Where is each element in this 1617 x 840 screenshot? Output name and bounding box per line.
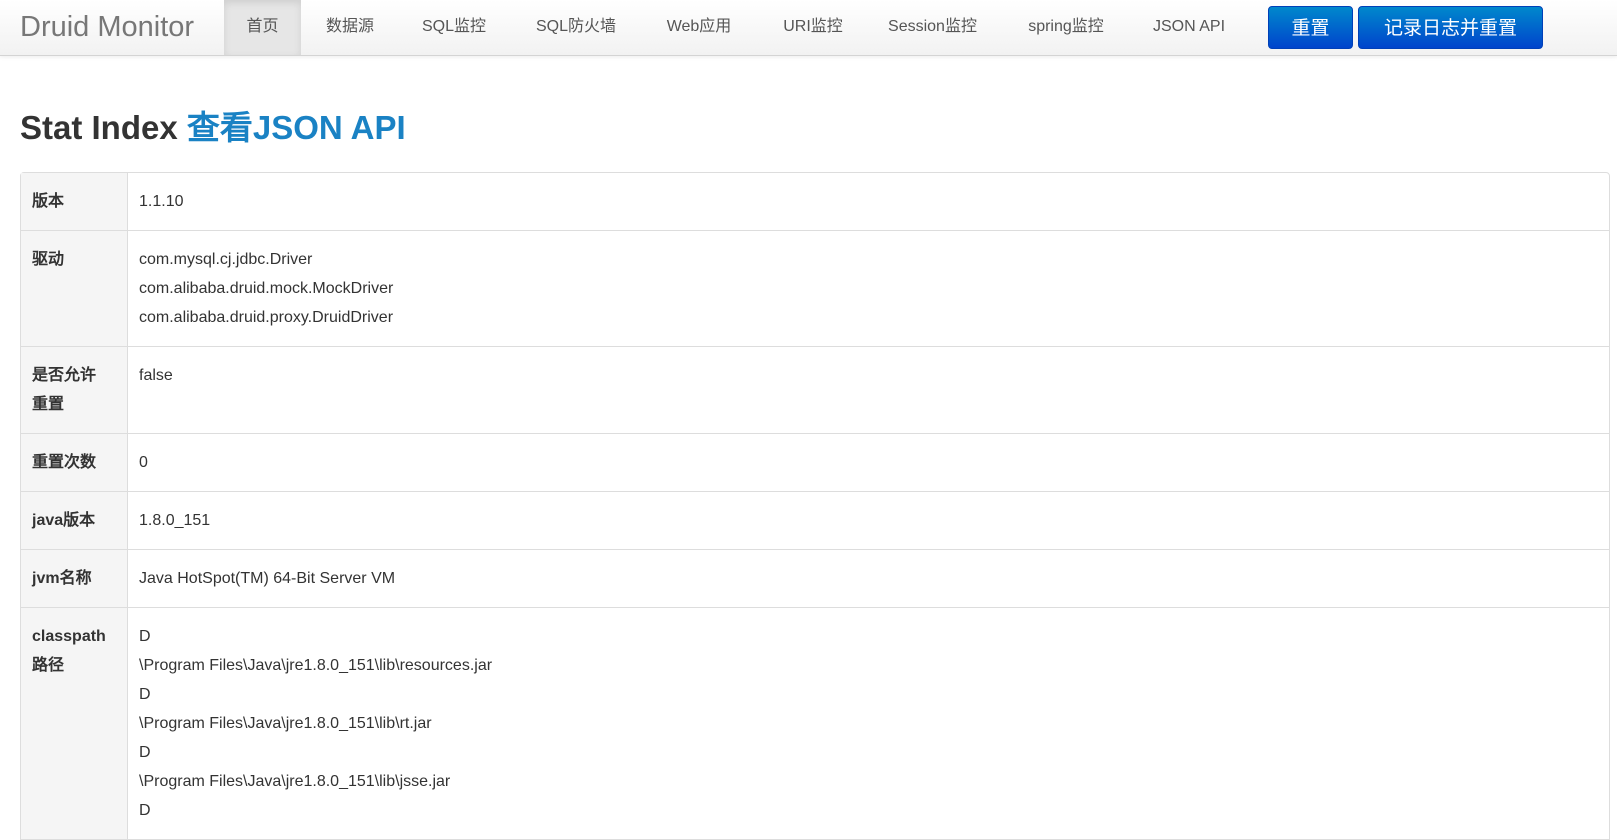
table-row-java-version: java版本 1.8.0_151 xyxy=(21,491,1609,549)
driver-item: com.alibaba.druid.proxy.DruidDriver xyxy=(139,309,394,326)
tab-sql-monitor[interactable]: SQL监控 xyxy=(414,0,494,55)
page-title: Stat Index 查看JSON API xyxy=(20,106,406,150)
log-and-reset-button[interactable]: 记录日志并重置 xyxy=(1358,6,1543,49)
tab-spring-monitor[interactable]: spring监控 xyxy=(1018,0,1114,55)
page-title-text: Stat Index xyxy=(20,109,178,146)
classpath-label-line: classpath xyxy=(32,628,106,645)
tab-web-app[interactable]: Web应用 xyxy=(657,0,741,55)
classpath-item: D xyxy=(139,802,151,819)
reset-count-label: 重置次数 xyxy=(21,433,128,491)
classpath-value: D \Program Files\Java\jre1.8.0_151\lib\r… xyxy=(128,607,1609,839)
classpath-item: \Program Files\Java\jre1.8.0_151\lib\rt.… xyxy=(139,715,432,732)
drivers-value: com.mysql.cj.jdbc.Driver com.alibaba.dru… xyxy=(128,230,1609,346)
java-version-value: 1.8.0_151 xyxy=(128,491,1609,549)
classpath-item: D xyxy=(139,744,151,761)
table-row-reset-enable: 是否允许 重置 false xyxy=(21,346,1609,433)
reset-enable-label: 是否允许 重置 xyxy=(21,346,128,433)
brand-logo[interactable]: Druid Monitor xyxy=(20,0,194,55)
driver-item: com.mysql.cj.jdbc.Driver xyxy=(139,251,313,268)
classpath-label: classpath 路径 xyxy=(21,607,128,839)
tab-uri-monitor[interactable]: URI监控 xyxy=(775,0,851,55)
version-label: 版本 xyxy=(21,173,128,230)
jvm-name-label: jvm名称 xyxy=(21,549,128,607)
jvm-name-value: Java HotSpot(TM) 64-Bit Server VM xyxy=(128,549,1609,607)
table-row-jvm-name: jvm名称 Java HotSpot(TM) 64-Bit Server VM xyxy=(21,549,1609,607)
table-row-classpath: classpath 路径 D \Program Files\Java\jre1.… xyxy=(21,607,1609,839)
classpath-label-line: 路径 xyxy=(32,657,65,674)
top-navbar: Druid Monitor 首页 数据源 SQL监控 SQL防火墙 Web应用 … xyxy=(0,0,1617,56)
stat-table: 版本 1.1.10 驱动 com.mysql.cj.jdbc.Driver co… xyxy=(20,172,1610,840)
classpath-item: D xyxy=(139,686,151,703)
reset-enable-label-line: 是否允许 xyxy=(32,367,97,384)
java-version-label: java版本 xyxy=(21,491,128,549)
reset-enable-value: false xyxy=(128,346,1609,433)
table-row-version: 版本 1.1.10 xyxy=(21,173,1609,230)
classpath-item: D xyxy=(139,628,151,645)
version-value: 1.1.10 xyxy=(139,193,184,210)
driver-item: com.alibaba.druid.mock.MockDriver xyxy=(139,280,394,297)
tab-datasource[interactable]: 数据源 xyxy=(314,0,386,55)
table-row-reset-count: 重置次数 0 xyxy=(21,433,1609,491)
tab-session-monitor[interactable]: Session监控 xyxy=(877,0,988,55)
drivers-label: 驱动 xyxy=(21,230,128,346)
tab-home[interactable]: 首页 xyxy=(224,0,301,55)
classpath-item: \Program Files\Java\jre1.8.0_151\lib\res… xyxy=(139,657,493,674)
reset-button[interactable]: 重置 xyxy=(1268,6,1353,49)
tab-json-api[interactable]: JSON API xyxy=(1144,0,1234,55)
tab-sql-firewall[interactable]: SQL防火墙 xyxy=(528,0,624,55)
table-row-drivers: 驱动 com.mysql.cj.jdbc.Driver com.alibaba.… xyxy=(21,230,1609,346)
classpath-item: \Program Files\Java\jre1.8.0_151\lib\jss… xyxy=(139,773,451,790)
reset-enable-label-line: 重置 xyxy=(32,396,65,413)
reset-count-value: 0 xyxy=(128,433,1609,491)
json-api-link[interactable]: 查看JSON API xyxy=(187,109,406,146)
